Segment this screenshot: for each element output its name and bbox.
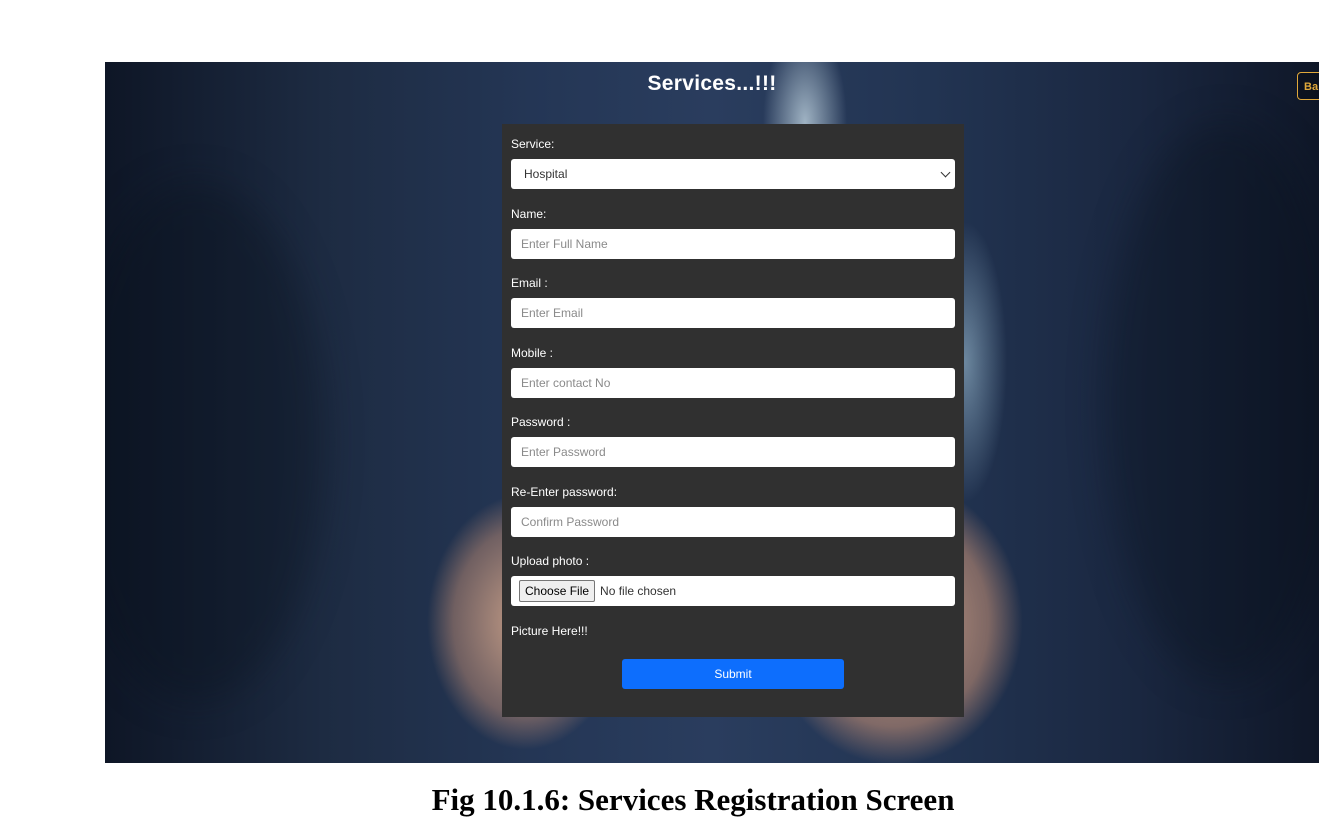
registration-form: Service: Hospital Name: Email : Mobile :… [502,124,964,717]
confirm-password-label: Re-Enter password: [511,485,618,499]
name-label: Name: [511,207,547,221]
password-label: Password : [511,415,571,429]
file-status: No file chosen [600,584,677,598]
document-page: Services...!!! Ba Service: Hospital Name… [0,0,1319,825]
confirm-password-input[interactable] [511,507,955,537]
page-title: Services...!!! [647,72,777,95]
service-label: Service: [511,137,555,151]
service-selected-value: Hospital [524,167,568,181]
email-input[interactable] [511,298,955,328]
email-label: Email : [511,276,548,290]
background-image [105,182,325,702]
mobile-input[interactable] [511,368,955,398]
upload-photo-field: Choose File No file chosen [511,576,955,606]
back-button[interactable]: Ba [1297,72,1319,100]
service-select[interactable]: Hospital [511,159,955,189]
chevron-down-icon [940,167,951,177]
figure-caption: Fig 10.1.6: Services Registration Screen [431,782,955,817]
picture-placeholder-text: Picture Here!!! [511,624,588,638]
app-screenshot: Services...!!! Ba Service: Hospital Name… [105,62,1319,763]
mobile-label: Mobile : [511,346,554,360]
submit-button[interactable]: Submit [622,659,844,689]
background-shadow [1105,122,1319,682]
upload-photo-label: Upload photo : [511,554,590,568]
password-input[interactable] [511,437,955,467]
choose-file-button[interactable]: Choose File [519,580,596,602]
name-input[interactable] [511,229,955,259]
